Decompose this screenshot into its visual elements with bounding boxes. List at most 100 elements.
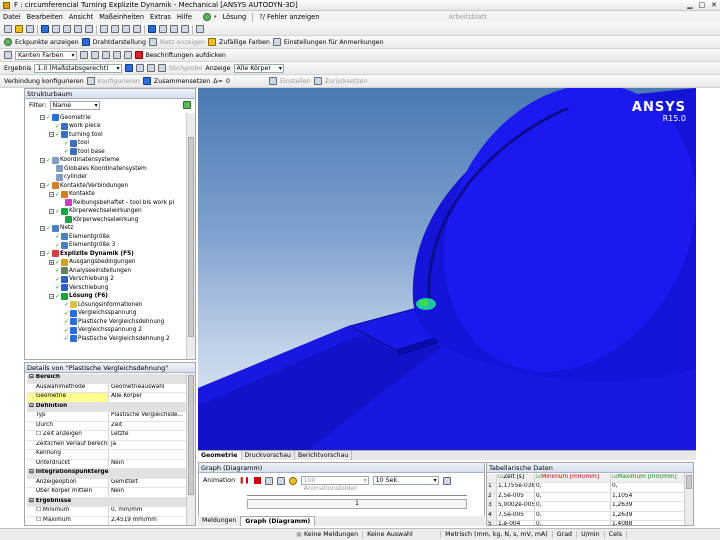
edge-style-3-icon[interactable] [101, 51, 110, 59]
zoom-icon[interactable] [63, 25, 71, 33]
configure-button[interactable]: Konfigurieren [98, 78, 140, 85]
edge-style-4-icon[interactable] [112, 51, 121, 59]
tree-expander-icon[interactable]: − [40, 183, 45, 188]
view-next-icon[interactable] [170, 25, 178, 33]
tabular-scrollbar[interactable] [684, 473, 693, 525]
col-maximum[interactable]: ☑Maximum [mm/mm] [611, 474, 687, 483]
annotation-settings-button[interactable]: Einstellungen für Anmerkungen [284, 39, 384, 46]
parameter-checkbox[interactable]: ☐ [36, 507, 43, 513]
show-mesh-icon[interactable] [149, 38, 158, 46]
col-zeit[interactable]: ☑Zeit [s] [497, 474, 535, 483]
stop-icon[interactable] [253, 477, 261, 484]
tree-scrollbar[interactable] [186, 113, 195, 359]
next-frame-icon[interactable] [276, 476, 285, 485]
menu-masseinheiten[interactable]: Maßeinheiten [96, 13, 147, 21]
tree-expander-icon[interactable]: + [49, 259, 54, 265]
view-iso-icon[interactable] [148, 25, 156, 33]
zoom-fit-icon[interactable] [85, 25, 93, 33]
details-row[interactable]: Typ Plastische Vergleichsde... [27, 412, 187, 422]
tree-expander-icon[interactable]: − [40, 225, 45, 231]
tab-graph[interactable]: Graph (Diagramm) [240, 516, 316, 526]
show-vertices-icon[interactable] [4, 38, 12, 46]
menu-extras[interactable]: Extras [147, 13, 174, 21]
solve-button[interactable]: ⚡ Lösung [213, 13, 249, 21]
details-row[interactable]: Anzeigeoption Gemittelt [27, 478, 187, 488]
tab-druckvorschau[interactable]: Druckvorschau [242, 451, 295, 460]
details-section[interactable]: ⊟ Bereich [27, 374, 187, 384]
scale-dropdown[interactable]: 1.0 (Maßstabsgerecht) [34, 63, 122, 73]
view-axis-icon[interactable] [181, 25, 189, 33]
tree-scroll-thumb[interactable] [188, 137, 194, 337]
edge-colors-icon[interactable] [4, 51, 12, 59]
frames-dropdown[interactable]: 100 Animationsbilder [300, 476, 369, 492]
edges-display-icon[interactable] [135, 64, 144, 72]
details-row[interactable]: ☐ Maximum 2,4519 mm/mm [27, 516, 187, 525]
status-units[interactable]: Metrisch (mm, kg, N, s, mV, mA) [441, 531, 553, 538]
table-row[interactable]: 2 2,5e-005 0, 1,1054 [487, 492, 687, 503]
filter-dropdown[interactable]: Name [49, 100, 100, 110]
table-row[interactable]: 1 1,1755e-038 0, 0, [487, 483, 687, 493]
tree-expander-icon[interactable]: − [49, 293, 54, 299]
animation-slider[interactable]: 1 [247, 499, 467, 509]
show-errors-button[interactable]: ?/ Fehler anzeigen [256, 13, 322, 21]
details-row[interactable]: Über Körper mitteln Nein [27, 488, 187, 498]
select-edge-icon[interactable] [111, 25, 119, 33]
close-icon[interactable]: ✕ [711, 1, 717, 9]
details-scrollbar[interactable] [186, 373, 195, 525]
tab-meldungen[interactable]: Meldungen [198, 516, 240, 526]
details-row[interactable]: Geometrie Alle Körper [27, 393, 187, 403]
details-value[interactable]: Alle Körper [109, 393, 187, 402]
select-body-icon[interactable] [133, 25, 141, 33]
details-value[interactable]: Ja [109, 441, 187, 450]
merge-button[interactable]: Zusammensetzen [154, 78, 210, 85]
menu-bearbeiten[interactable]: Bearbeiten [24, 13, 66, 21]
select-face-icon[interactable] [122, 25, 130, 33]
maximize-icon[interactable]: □ [699, 1, 706, 9]
details-value[interactable]: Plastische Vergleichsde... [109, 412, 187, 421]
random-colors-icon[interactable] [208, 38, 217, 46]
parameter-checkbox[interactable]: ☐ [36, 517, 43, 523]
details-row[interactable]: ☐ Zeit anzeigen Letzte [27, 431, 187, 441]
annotation-settings-icon[interactable] [272, 38, 281, 46]
details-value[interactable]: Zeit [109, 422, 187, 431]
details-row[interactable]: Zeitlichen Verlauf berechnenJa [27, 440, 187, 450]
details-section[interactable]: ⊟ Ergebnisse [27, 497, 187, 507]
model-view[interactable] [198, 88, 696, 450]
pan-icon[interactable] [52, 25, 60, 33]
details-row[interactable]: Kennung [27, 450, 187, 460]
tabular-scroll-thumb[interactable] [686, 475, 692, 489]
details-row[interactable]: ☐ Minimum 0, mm/mm [27, 507, 187, 517]
details-scroll-thumb[interactable] [188, 375, 194, 495]
wireframe-icon[interactable] [81, 38, 90, 46]
details-value[interactable]: Letzte [109, 431, 187, 440]
table-row[interactable]: 4 7,5e-005 0, 1,2639 [487, 511, 687, 521]
menu-ansicht[interactable]: Ansicht [66, 13, 96, 21]
save-icon[interactable] [26, 25, 34, 33]
rotate-icon[interactable] [41, 25, 49, 33]
details-section[interactable]: ⊟ Integrationspunktergebnisse [27, 469, 187, 479]
configure-icon[interactable] [86, 77, 95, 85]
status-angle[interactable]: Grad [553, 531, 578, 538]
show-vertices-button[interactable]: Eckpunkte anzeigen [15, 39, 79, 46]
export-animation-icon[interactable] [442, 476, 451, 485]
tree-item[interactable]: ✓ Plastische Vergleichsdehnung 2 [58, 334, 170, 343]
new-icon[interactable] [4, 25, 12, 33]
table-row[interactable]: 5 1,e-004 0, 1,4088 [487, 520, 687, 525]
tab-geometrie[interactable]: Geometrie [198, 451, 242, 460]
details-row[interactable]: Auswahlmethode Geometrieauswahl [27, 383, 187, 393]
details-value[interactable]: Gemittelt [109, 479, 187, 488]
bodies-dropdown[interactable]: Alle Körper [233, 63, 284, 73]
merge-icon[interactable] [142, 77, 151, 85]
tree-expander-icon[interactable]: − [49, 132, 54, 137]
tree-expander-icon[interactable]: − [40, 115, 45, 120]
thicken-labels-button[interactable]: Beschriftungen aufdicken [146, 52, 226, 59]
edge-style-5-icon[interactable] [123, 51, 132, 59]
details-value[interactable]: 0, mm/mm [109, 507, 187, 516]
wireframe-button[interactable]: Drahtdarstellung [93, 39, 146, 46]
details-row[interactable]: Unterdrückt Nein [27, 459, 187, 469]
details-value[interactable]: Geometrieauswahl [109, 384, 187, 393]
duration-dropdown[interactable]: 10 Sek. [372, 476, 439, 485]
thicken-labels-icon[interactable] [134, 51, 143, 59]
details-value[interactable] [109, 450, 187, 459]
worksheet-button[interactable]: Arbeitsblatt [445, 13, 490, 21]
